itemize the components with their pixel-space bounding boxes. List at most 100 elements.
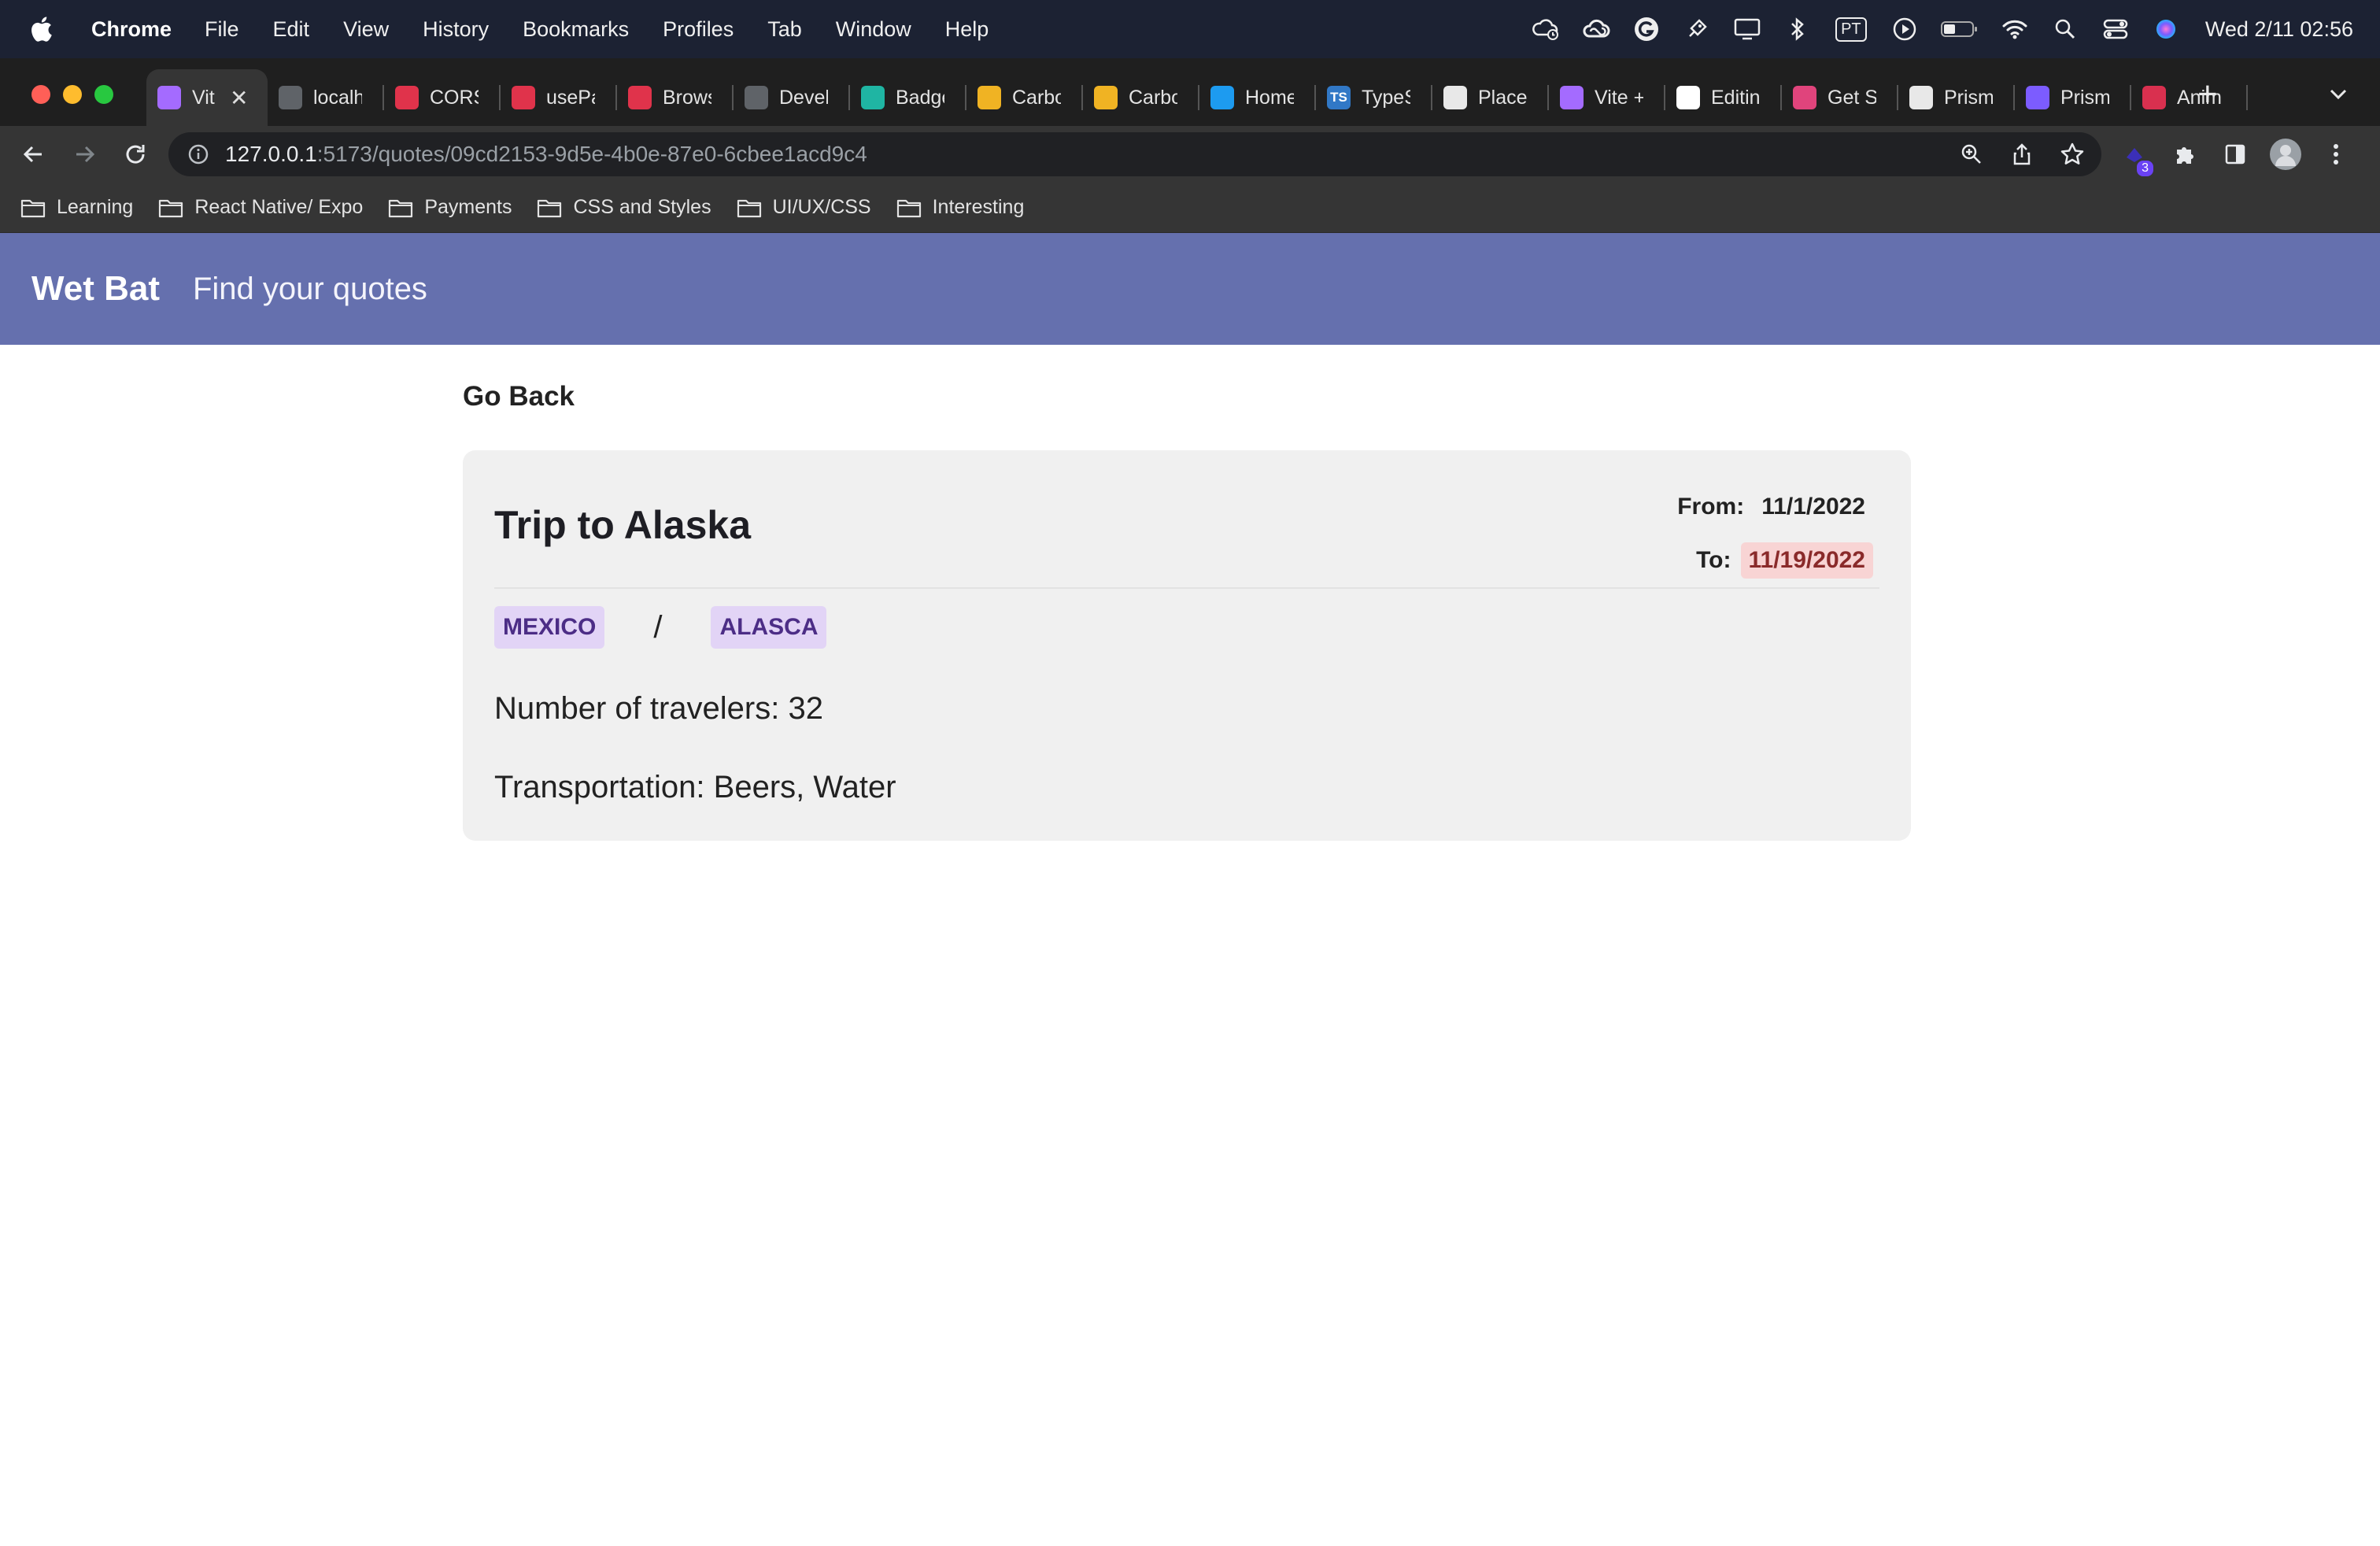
tab-14[interactable]: Get S: [1782, 69, 1898, 126]
tab-10[interactable]: TS TypeS: [1316, 69, 1432, 126]
display-icon[interactable]: [1731, 13, 1763, 45]
tab-2[interactable]: CORS: [384, 69, 501, 126]
menu-file[interactable]: File: [205, 17, 239, 42]
back-button[interactable]: [16, 137, 50, 172]
folder-icon: [896, 199, 921, 217]
close-window-button[interactable]: [31, 85, 50, 104]
go-back-link[interactable]: Go Back: [463, 381, 575, 412]
tab-6[interactable]: Badge: [850, 69, 966, 126]
bookmark-folder-4[interactable]: UI/UX/CSS: [737, 196, 871, 219]
siri-icon[interactable]: [2150, 13, 2182, 45]
maximize-window-button[interactable]: [94, 85, 113, 104]
menu-help[interactable]: Help: [945, 17, 989, 42]
menu-window[interactable]: Window: [836, 17, 911, 42]
menu-edit[interactable]: Edit: [273, 17, 310, 42]
tab-title: Carbo: [1012, 86, 1061, 109]
battery-icon[interactable]: [1939, 13, 1980, 45]
from-date-row: From: 11/1/2022: [1677, 486, 1873, 527]
side-panel-icon[interactable]: [2218, 137, 2252, 172]
tab-16[interactable]: Prism: [2015, 69, 2131, 126]
menu-app-name[interactable]: Chrome: [91, 17, 172, 42]
vite-icon: [1560, 86, 1584, 109]
transportation: Transportation: Beers, Water: [494, 770, 896, 804]
destination-badge: ALASCA: [711, 606, 827, 649]
extension-badge-icon[interactable]: 3: [2117, 137, 2153, 176]
bookmarks-bar: Learning React Native/ Expo Payments CSS an…: [0, 183, 2380, 233]
bookmark-folder-5[interactable]: Interesting: [896, 196, 1024, 219]
search-icon[interactable]: [2049, 13, 2081, 45]
tab-search-chevron-icon[interactable]: [2325, 80, 2352, 107]
vite-icon: [157, 86, 181, 109]
tab-title: Carbo: [1129, 86, 1177, 109]
tab-17[interactable]: Anim: [2131, 69, 2248, 126]
to-date-row: To: 11/19/2022: [1677, 540, 1873, 581]
bookmark-star-icon[interactable]: [2056, 138, 2089, 171]
route-separator: /: [653, 609, 663, 645]
url-host: 127.0.0.1: [225, 142, 317, 166]
from-label: From:: [1677, 494, 1745, 520]
share-icon[interactable]: [2005, 138, 2038, 171]
tab-0[interactable]: Vit ✕: [146, 69, 268, 126]
site-info-icon[interactable]: [187, 143, 209, 165]
bookmark-label: React Native/ Expo: [194, 196, 364, 218]
bookmark-folder-1[interactable]: React Native/ Expo: [158, 196, 363, 219]
app-icon: [1793, 86, 1816, 109]
rocket-icon[interactable]: [1681, 13, 1713, 45]
tab-11[interactable]: Place: [1432, 69, 1549, 126]
address-bar[interactable]: 127.0.0.1:5173/quotes/09cd2153-9d5e-4b0e…: [168, 132, 2101, 176]
tab-15[interactable]: Prism: [1898, 69, 2015, 126]
url-text[interactable]: 127.0.0.1:5173/quotes/09cd2153-9d5e-4b0e…: [225, 142, 867, 167]
zoom-icon[interactable]: [1955, 138, 1988, 171]
tab-3[interactable]: usePa: [501, 69, 617, 126]
chrome-menu-icon[interactable]: [2319, 137, 2353, 172]
grammarly-icon[interactable]: [1631, 13, 1662, 45]
bookmark-folder-2[interactable]: Payments: [388, 196, 512, 219]
cloud-icon[interactable]: [1530, 13, 1561, 45]
minimize-window-button[interactable]: [63, 85, 82, 104]
menu-view[interactable]: View: [343, 17, 389, 42]
tab-close-icon[interactable]: ✕: [230, 85, 248, 111]
forward-button[interactable]: [68, 137, 102, 172]
profile-avatar[interactable]: [2268, 137, 2303, 172]
input-source-icon[interactable]: PT: [1832, 13, 1870, 45]
bookmark-folder-3[interactable]: CSS and Styles: [537, 196, 711, 219]
folder-icon: [389, 199, 413, 217]
bookmark-label: UI/UX/CSS: [772, 196, 871, 218]
new-tab-button[interactable]: +: [2197, 77, 2218, 112]
tab-title: Vite +: [1595, 86, 1643, 109]
brand-logo[interactable]: Wet Bat: [31, 269, 160, 309]
tab-12[interactable]: Vite +: [1549, 69, 1665, 126]
tab-9[interactable]: Home: [1199, 69, 1316, 126]
folder-icon: [159, 199, 183, 217]
from-date: 11/1/2022: [1761, 494, 1865, 520]
menu-bookmarks[interactable]: Bookmarks: [523, 17, 629, 42]
extensions-puzzle-icon[interactable]: [2168, 137, 2202, 172]
wifi-icon[interactable]: [1999, 13, 2031, 45]
play-icon[interactable]: [1889, 13, 1920, 45]
bluetooth-icon[interactable]: [1782, 13, 1813, 45]
tab-title: CORS: [430, 86, 479, 109]
tab-5[interactable]: Devel: [734, 69, 850, 126]
menu-profiles[interactable]: Profiles: [663, 17, 734, 42]
tab-7[interactable]: Carbo: [966, 69, 1083, 126]
tab-title: Prism: [1944, 86, 1993, 109]
tab-title: Place: [1478, 86, 1527, 109]
browser-tab-bar: Vit ✕ localh CORS usePa Brows Devel Badge Carbo C…: [0, 58, 2380, 126]
bookmark-folder-0[interactable]: Learning: [20, 196, 133, 219]
macos-menu-bar: Chrome File Edit View History Bookmarks …: [0, 0, 2380, 58]
menu-clock[interactable]: Wed 2/11 02:56: [2205, 17, 2353, 42]
tab-1[interactable]: localh: [268, 69, 384, 126]
apple-logo-icon[interactable]: [30, 16, 54, 43]
card-divider: [494, 587, 1879, 589]
control-center-icon[interactable]: [2100, 13, 2131, 45]
tab-8[interactable]: Carbo: [1083, 69, 1199, 126]
tab-13[interactable]: Editin: [1665, 69, 1782, 126]
reload-button[interactable]: [118, 137, 153, 172]
menu-history[interactable]: History: [423, 17, 489, 42]
browser-toolbar: 127.0.0.1:5173/quotes/09cd2153-9d5e-4b0e…: [0, 126, 2380, 183]
creative-cloud-icon[interactable]: [1580, 13, 1612, 45]
tab-title: usePa: [546, 86, 595, 109]
menu-tab[interactable]: Tab: [767, 17, 802, 42]
tab-4[interactable]: Brows: [617, 69, 734, 126]
tab-title: Editin: [1711, 86, 1760, 109]
